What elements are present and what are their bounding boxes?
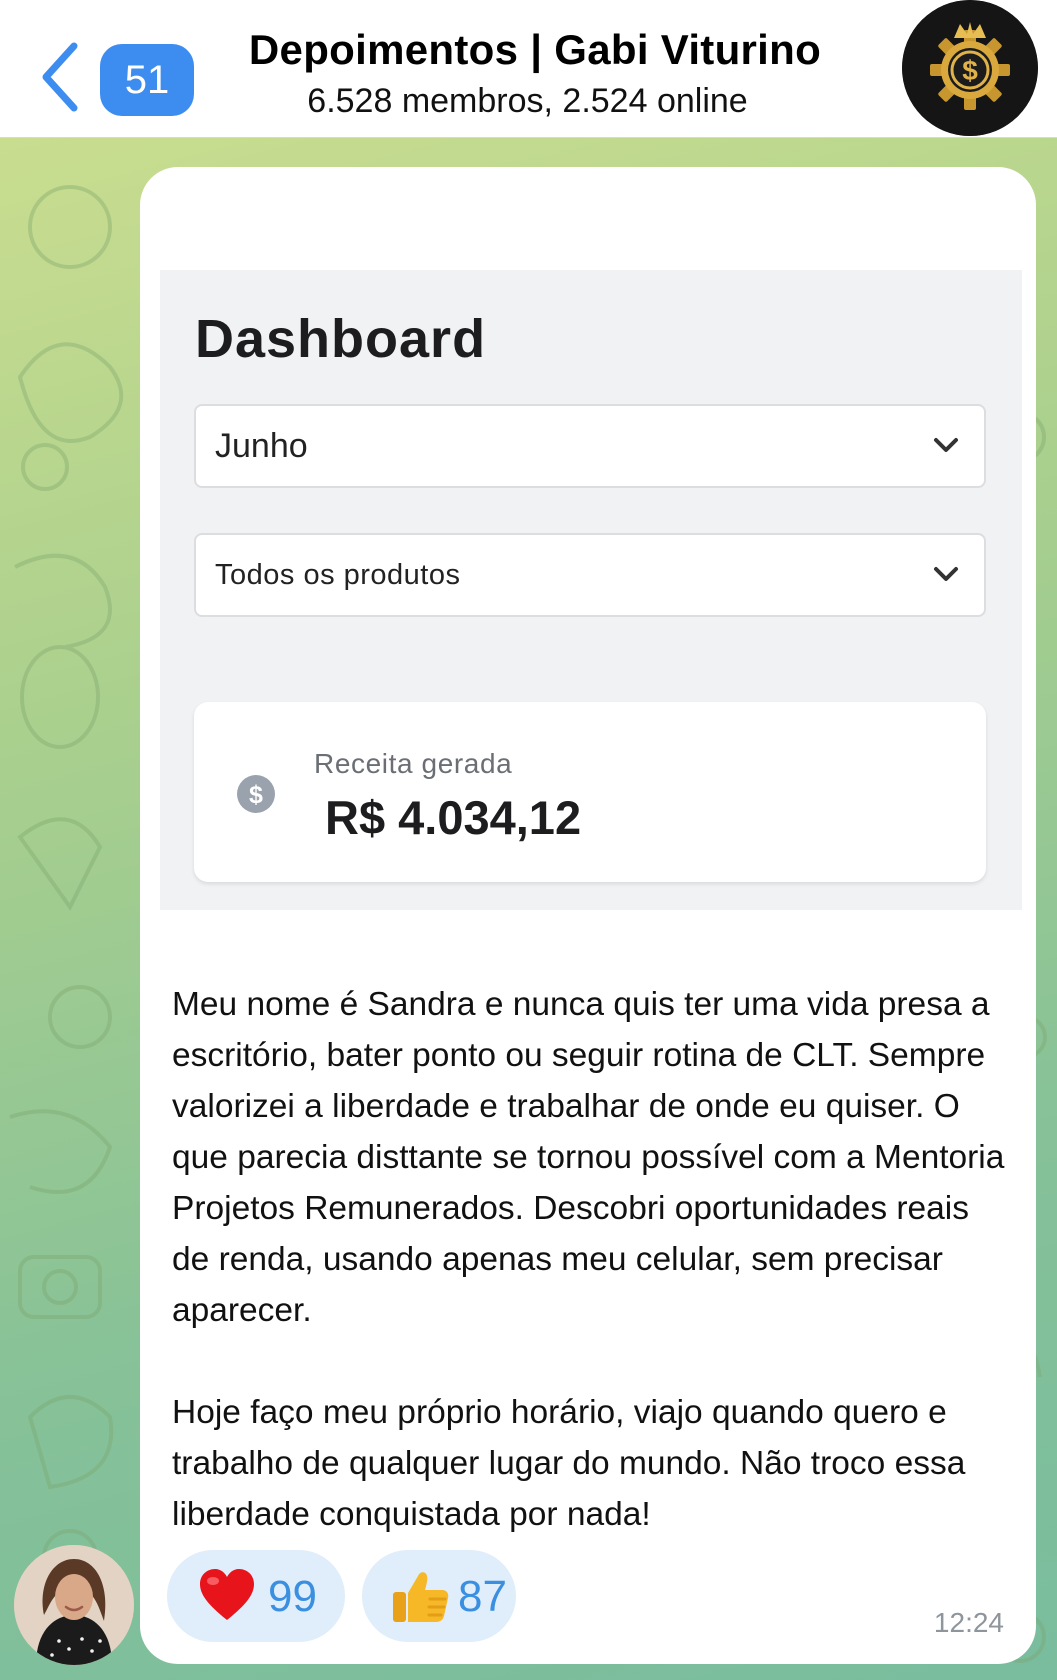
reaction-heart[interactable]: 99 xyxy=(167,1550,345,1642)
chevron-left-icon[interactable] xyxy=(38,40,82,114)
revenue-label: Receita gerada xyxy=(314,748,513,779)
heart-icon xyxy=(200,1569,254,1620)
svg-text:$: $ xyxy=(249,781,263,809)
dollar-gear-crown-icon: $ xyxy=(902,0,1038,136)
dashboard-title: Dashboard xyxy=(195,309,487,369)
channel-avatar[interactable]: $ xyxy=(902,0,1038,136)
chat-title[interactable]: Depoimentos | Gabi Viturino xyxy=(160,26,910,74)
month-select-value: Junho xyxy=(215,427,308,465)
revenue-card: $ Receita gerada R$ 4.034,12 xyxy=(194,702,986,882)
chat-header: 51 Depoimentos | Gabi Viturino 6.528 mem… xyxy=(0,0,1057,138)
chevron-down-icon xyxy=(934,438,958,452)
reaction-count: 87 xyxy=(458,1572,507,1621)
message-paragraph: Hoje faço meu próprio horário, viajo qua… xyxy=(172,1394,966,1533)
product-select-value: Todos os produtos xyxy=(215,559,461,591)
chat-member-status: 6.528 membros, 2.524 online xyxy=(307,82,748,120)
dashboard-screenshot[interactable]: Dashboard Junho Todos os produtos $ Rece… xyxy=(160,270,1022,910)
chevron-down-icon xyxy=(934,567,958,581)
message-bubble[interactable]: Dashboard Junho Todos os produtos $ Rece… xyxy=(140,167,1036,1664)
message-paragraph: Meu nome é Sandra e nunca quis ter uma v… xyxy=(172,986,1005,1329)
thumbs-up-icon xyxy=(393,1572,449,1622)
dollar-circle-icon: $ xyxy=(237,775,275,813)
reaction-count: 99 xyxy=(268,1572,317,1621)
revenue-value: R$ 4.034,12 xyxy=(325,791,582,844)
product-select: Todos os produtos xyxy=(194,533,986,617)
reaction-thumbs-up[interactable]: 87 xyxy=(362,1550,516,1642)
message-timestamp: 12:24 xyxy=(933,1607,1004,1638)
month-select: Junho xyxy=(194,404,986,488)
sender-avatar[interactable] xyxy=(14,1545,134,1665)
svg-text:$: $ xyxy=(962,55,978,86)
message-text: Meu nome é Sandra e nunca quis ter uma v… xyxy=(172,979,1012,1540)
profile-photo xyxy=(14,1545,134,1665)
